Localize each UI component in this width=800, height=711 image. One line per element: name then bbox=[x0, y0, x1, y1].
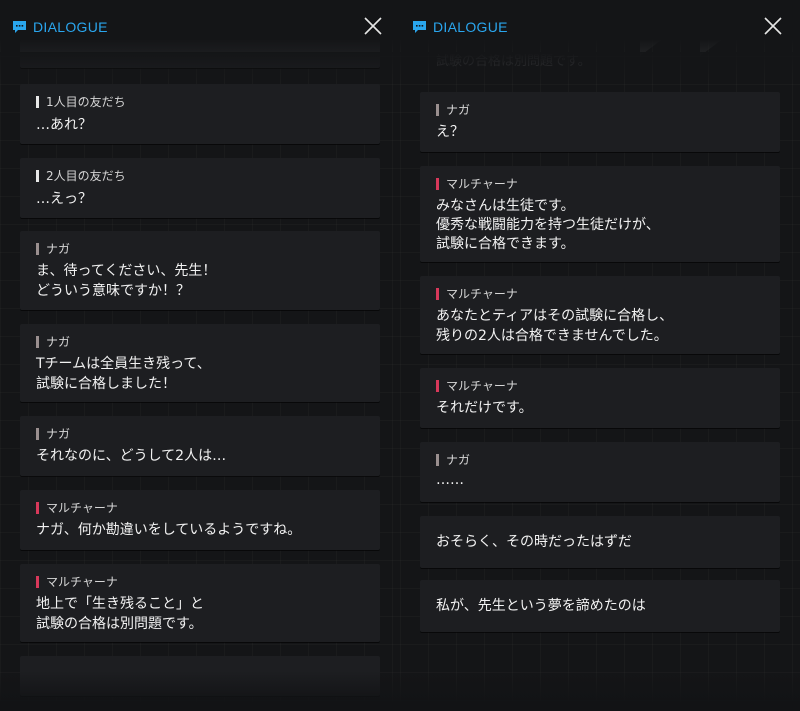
dialogue-line: Tチームは全員生き残って、 bbox=[36, 356, 211, 372]
dialogue-card: マルチャーナ あなたとティアはその試験に合格し、 残りの2人は合格できませんでし… bbox=[420, 276, 780, 354]
chat-bubble-icon bbox=[13, 21, 26, 33]
speaker-marker bbox=[436, 178, 439, 190]
dialogue-line: ま、待ってください、先生！ bbox=[36, 263, 217, 279]
speaker-name: 1人目の友だち bbox=[46, 95, 126, 109]
dialogue-line: あなたとティアはその試験に合格し、 bbox=[436, 308, 674, 324]
dialogue-card: 2人目の友だち …えっ？ bbox=[20, 158, 380, 218]
speaker-name: ナガ bbox=[446, 103, 471, 117]
dialogue-line: それなのに、どうして2人は… bbox=[36, 448, 227, 464]
dialogue-line: 試験に合格できます。 bbox=[436, 236, 575, 252]
close-icon[interactable] bbox=[364, 17, 382, 35]
speaker-name: マルチャーナ bbox=[446, 379, 518, 393]
chat-bubble-icon bbox=[413, 21, 426, 33]
speaker-name-row: ナガ bbox=[36, 335, 70, 349]
speaker-name-row: マルチャーナ bbox=[36, 575, 118, 589]
speaker-name-row: マルチャーナ bbox=[36, 501, 118, 515]
speaker-marker bbox=[436, 104, 439, 116]
speaker-marker bbox=[36, 502, 39, 514]
speaker-name: マルチャーナ bbox=[46, 575, 118, 589]
dialogue-screen: DIALOGUE 1人目の友だち …あれ？ 2人目の友だち …えっ？ ナガ ま、… bbox=[0, 0, 800, 711]
page-title: DIALOGUE bbox=[33, 19, 108, 35]
speaker-marker bbox=[36, 428, 39, 440]
dialogue-line: 試験に合格しました！ bbox=[36, 376, 176, 392]
dialogue-card: ナガ ま、待ってください、先生！ どういう意味ですか！？ bbox=[20, 231, 380, 310]
speaker-marker bbox=[36, 576, 39, 588]
header-title-group: DIALOGUE bbox=[12, 20, 108, 34]
dialogue-card: ナガ それなのに、どうして2人は… bbox=[20, 416, 380, 476]
scroll-fade-bottom bbox=[400, 671, 800, 711]
dialogue-line: …… bbox=[436, 472, 464, 488]
narration-line: おそらく、その時だったはずだ bbox=[436, 534, 632, 550]
speaker-name: 2人目の友だち bbox=[46, 169, 126, 183]
speaker-marker bbox=[36, 170, 39, 182]
speaker-name-row: ナガ bbox=[436, 453, 470, 467]
speaker-name: ナガ bbox=[46, 242, 71, 256]
speaker-name-row: 1人目の友だち bbox=[36, 95, 126, 109]
dialogue-card: ナガ …… bbox=[420, 442, 780, 502]
dialogue-line: …あれ？ bbox=[36, 117, 92, 133]
narration-line: 私が、先生という夢を諦めたのは bbox=[436, 598, 646, 614]
dialogue-header: DIALOGUE bbox=[0, 0, 400, 56]
speaker-name-row: ナガ bbox=[36, 242, 70, 256]
speaker-name-row: マルチャーナ bbox=[436, 379, 518, 393]
speaker-marker bbox=[436, 380, 439, 392]
page-title: DIALOGUE bbox=[433, 19, 508, 35]
speaker-marker bbox=[436, 288, 439, 300]
narration-card: 私が、先生という夢を諦めたのは bbox=[420, 580, 780, 632]
speaker-name-row: マルチャーナ bbox=[436, 177, 518, 191]
dialogue-line: …えっ？ bbox=[36, 191, 92, 207]
dialogue-card: マルチャーナ 地上で「生き残ること」と 試験の合格は別問題です。 bbox=[20, 564, 380, 642]
dialogue-card: ナガ え？ bbox=[420, 92, 780, 152]
speaker-name: マルチャーナ bbox=[446, 177, 518, 191]
header-title-group: DIALOGUE bbox=[412, 20, 508, 34]
dialogue-line: どういう意味ですか！？ bbox=[36, 283, 190, 299]
speaker-marker bbox=[36, 336, 39, 348]
dialogue-log-panel-left[interactable]: DIALOGUE 1人目の友だち …あれ？ 2人目の友だち …えっ？ ナガ ま、… bbox=[0, 0, 400, 711]
dialogue-line: それだけです。 bbox=[436, 400, 533, 416]
dialogue-line: 優秀な戦闘能力を持つ生徒だけが、 bbox=[436, 217, 660, 233]
dialogue-card: マルチャーナ それだけです。 bbox=[420, 368, 780, 428]
dialogue-header: DIALOGUE bbox=[400, 0, 800, 56]
dialogue-line: みなさんは生徒です。 bbox=[436, 198, 575, 214]
dialogue-card-partial bbox=[20, 656, 380, 696]
speaker-name-row: ナガ bbox=[36, 427, 70, 441]
dialogue-card: ナガ Tチームは全員生き残って、 試験に合格しました！ bbox=[20, 324, 380, 402]
speaker-name-row: 2人目の友だち bbox=[36, 169, 126, 183]
dialogue-line: 残りの2人は合格できませんでした。 bbox=[436, 328, 668, 344]
speaker-marker bbox=[36, 96, 39, 108]
speaker-name: ナガ bbox=[46, 427, 71, 441]
speaker-name: マルチャーナ bbox=[446, 287, 518, 301]
dialogue-line: 地上で「生き残ること」と bbox=[36, 596, 204, 612]
dialogue-card: 1人目の友だち …あれ？ bbox=[20, 84, 380, 144]
narration-card: おそらく、その時だったはずだ bbox=[420, 516, 780, 568]
speaker-marker bbox=[36, 243, 39, 255]
dialogue-line: 試験の合格は別問題です。 bbox=[36, 616, 203, 632]
speaker-name: マルチャーナ bbox=[46, 501, 118, 515]
speaker-name-row: マルチャーナ bbox=[436, 287, 518, 301]
dialogue-card: マルチャーナ ナガ、何か勘違いをしているようですね。 bbox=[20, 490, 380, 550]
dialogue-line: え？ bbox=[436, 124, 464, 140]
speaker-name: ナガ bbox=[446, 453, 471, 467]
dialogue-line: ナガ、何か勘違いをしているようですね。 bbox=[36, 522, 302, 538]
close-icon[interactable] bbox=[764, 17, 782, 35]
speaker-name: ナガ bbox=[46, 335, 71, 349]
dialogue-log-panel-right[interactable]: DIALOGUE 試験の合格は別問題です。 ナガ え？ マルチャーナ みなさんは… bbox=[400, 0, 800, 711]
speaker-name-row: ナガ bbox=[436, 103, 470, 117]
dialogue-card: マルチャーナ みなさんは生徒です。 優秀な戦闘能力を持つ生徒だけが、 試験に合格… bbox=[420, 166, 780, 262]
speaker-marker bbox=[436, 454, 439, 466]
